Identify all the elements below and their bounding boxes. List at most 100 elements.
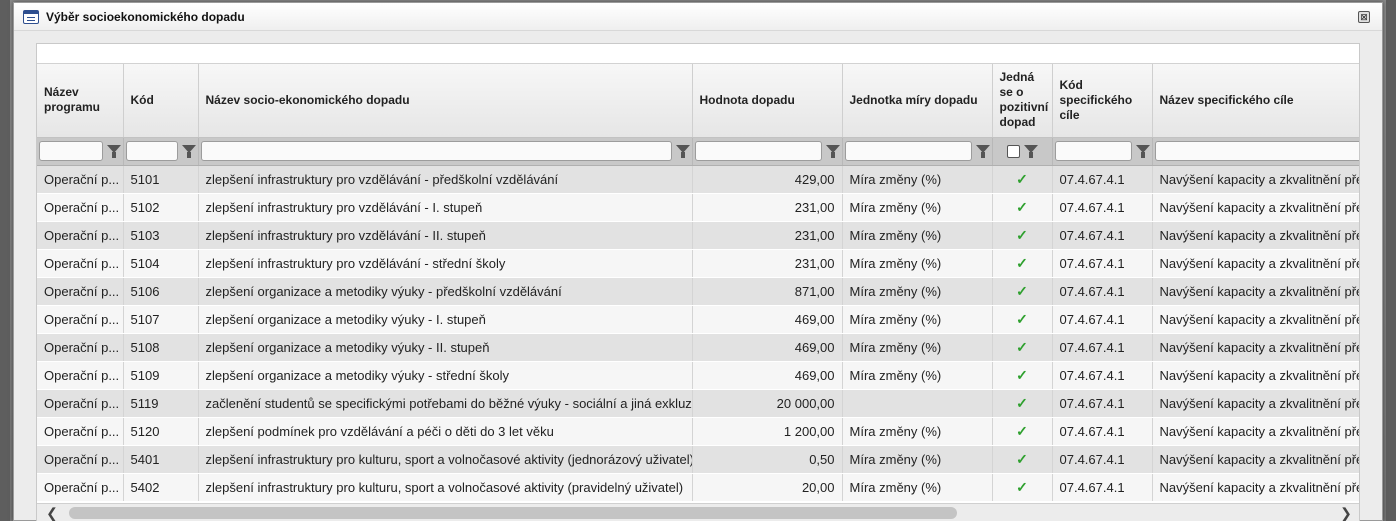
horizontal-scrollbar[interactable]: ❮ ❯ <box>37 503 1359 521</box>
cell-impact-name: zlepšení organizace a metodiky výuky - I… <box>198 305 693 334</box>
header-row: Název programu Kód Název socio-ekonomick… <box>37 64 1359 138</box>
filter-cell-code <box>123 137 199 166</box>
table-row[interactable]: Operační p... 5401 zlepšení infrastruktury… <box>37 445 1359 474</box>
filter-cell-program <box>37 137 124 166</box>
column-header-impact-name[interactable]: Název socio-ekonomického dopadu <box>198 64 693 138</box>
cell-goal-name: Navýšení kapacity a zkvalitnění předš <box>1152 165 1359 194</box>
cell-goal-name: Navýšení kapacity a zkvalitnění předš <box>1152 445 1359 474</box>
cell-positive: ✓ <box>992 249 1053 278</box>
filter-input-program[interactable] <box>39 141 103 161</box>
cell-unit: Míra změny (%) <box>842 473 993 502</box>
close-button[interactable]: ⊠ <box>1358 11 1370 23</box>
cell-goal-name: Navýšení kapacity a zkvalitnění předš <box>1152 249 1359 278</box>
column-header-program[interactable]: Název programu <box>37 64 124 138</box>
filter-input-unit[interactable] <box>844 141 972 161</box>
scroll-right-button[interactable]: ❯ <box>1331 504 1359 521</box>
cell-goal-code: 07.4.67.4.1 <box>1052 417 1153 446</box>
cell-program: Operační p... <box>37 361 124 390</box>
cell-impact-name: zlepšení infrastruktury pro vzdělávání -… <box>198 165 693 194</box>
funnel-icon[interactable] <box>181 144 196 158</box>
list-window-icon <box>23 9 39 24</box>
cell-program: Operační p... <box>37 389 124 418</box>
table-row[interactable]: Operační p... 5104 zlepšení infrastruktury… <box>37 249 1359 278</box>
cell-goal-code: 07.4.67.4.1 <box>1052 193 1153 222</box>
checkmark-icon: ✓ <box>1016 282 1028 299</box>
impact-table: Název programu Kód Název socio-ekonomick… <box>37 64 1359 502</box>
cell-program: Operační p... <box>37 165 124 194</box>
cell-code: 5106 <box>123 277 199 306</box>
filter-input-goal-name[interactable] <box>1154 141 1359 161</box>
filter-input-value[interactable] <box>694 141 822 161</box>
cell-unit: Míra změny (%) <box>842 221 993 250</box>
funnel-icon[interactable] <box>825 144 840 158</box>
cell-goal-name: Navýšení kapacity a zkvalitnění předš <box>1152 305 1359 334</box>
cell-goal-name: Navýšení kapacity a zkvalitnění předš <box>1152 361 1359 390</box>
cell-positive: ✓ <box>992 221 1053 250</box>
table-row[interactable]: Operační p... 5106 zlepšení organizace a m… <box>37 277 1359 306</box>
cell-goal-code: 07.4.67.4.1 <box>1052 249 1153 278</box>
funnel-icon[interactable] <box>106 144 121 158</box>
cell-value: 469,00 <box>692 333 843 362</box>
background-left-edge <box>0 0 10 521</box>
cell-code: 5104 <box>123 249 199 278</box>
filter-checkbox-positive[interactable] <box>1006 144 1020 158</box>
filter-input-impact-name[interactable] <box>200 141 672 161</box>
cell-unit <box>842 389 993 418</box>
cell-value: 469,00 <box>692 305 843 334</box>
cell-impact-name: zlepšení organizace a metodiky výuky - I… <box>198 333 693 362</box>
column-header-goal-code[interactable]: Kód specifického cíle <box>1052 64 1153 138</box>
table-row[interactable]: Operační p... 5103 zlepšení infrastruktury… <box>37 221 1359 250</box>
column-header-goal-name[interactable]: Název specifického cíle <box>1152 64 1359 138</box>
cell-goal-name: Navýšení kapacity a zkvalitnění předš <box>1152 193 1359 222</box>
cell-code: 5402 <box>123 473 199 502</box>
cell-unit: Míra změny (%) <box>842 417 993 446</box>
cell-unit: Míra změny (%) <box>842 333 993 362</box>
funnel-icon[interactable] <box>1023 144 1038 158</box>
column-header-value[interactable]: Hodnota dopadu <box>692 64 843 138</box>
table-row[interactable]: Operační p... 5102 zlepšení infrastruktury… <box>37 193 1359 222</box>
funnel-icon[interactable] <box>975 144 990 158</box>
checkmark-icon: ✓ <box>1016 198 1028 215</box>
cell-unit: Míra změny (%) <box>842 277 993 306</box>
column-header-unit[interactable]: Jednotka míry dopadu <box>842 64 993 138</box>
scrollbar-thumb[interactable] <box>69 507 957 519</box>
cell-value: 20 000,00 <box>692 389 843 418</box>
table-row[interactable]: Operační p... 5402 zlepšení infrastruktury… <box>37 473 1359 502</box>
table-row[interactable]: Operační p... 5119 začlenění studentů se s… <box>37 389 1359 418</box>
cell-unit: Míra změny (%) <box>842 165 993 194</box>
funnel-icon[interactable] <box>675 144 690 158</box>
table-row[interactable]: Operační p... 5120 zlepšení podmínek pro v… <box>37 417 1359 446</box>
table-row[interactable]: Operační p... 5108 zlepšení organizace a m… <box>37 333 1359 362</box>
cell-code: 5119 <box>123 389 199 418</box>
scroll-left-button[interactable]: ❮ <box>37 504 67 521</box>
checkmark-icon: ✓ <box>1016 394 1028 411</box>
table-row[interactable]: Operační p... 5107 zlepšení organizace a m… <box>37 305 1359 334</box>
cell-program: Operační p... <box>37 277 124 306</box>
cell-impact-name: zlepšení organizace a metodiky výuky - p… <box>198 277 693 306</box>
table-row[interactable]: Operační p... 5109 zlepšení organizace a m… <box>37 361 1359 390</box>
dialog-title: Výběr socioekonomického dopadu <box>46 9 245 24</box>
cell-goal-code: 07.4.67.4.1 <box>1052 361 1153 390</box>
column-header-code[interactable]: Kód <box>123 64 199 138</box>
filter-cell-positive <box>992 137 1053 166</box>
filter-input-goal-code[interactable] <box>1054 141 1132 161</box>
grid-panel: Název programu Kód Název socio-ekonomick… <box>36 43 1360 521</box>
checkmark-icon: ✓ <box>1016 422 1028 439</box>
cell-goal-code: 07.4.67.4.1 <box>1052 389 1153 418</box>
cell-value: 429,00 <box>692 165 843 194</box>
cell-positive: ✓ <box>992 193 1053 222</box>
checkmark-icon: ✓ <box>1016 226 1028 243</box>
column-header-positive[interactable]: Jedná se o pozitivní dopad <box>992 64 1053 138</box>
filter-input-code[interactable] <box>125 141 178 161</box>
cell-goal-code: 07.4.67.4.1 <box>1052 473 1153 502</box>
cell-goal-code: 07.4.67.4.1 <box>1052 305 1153 334</box>
cell-goal-code: 07.4.67.4.1 <box>1052 221 1153 250</box>
table-row[interactable]: Operační p... 5101 zlepšení infrastruktury… <box>37 165 1359 194</box>
checkmark-icon: ✓ <box>1016 366 1028 383</box>
cell-program: Operační p... <box>37 221 124 250</box>
cell-goal-code: 07.4.67.4.1 <box>1052 445 1153 474</box>
cell-positive: ✓ <box>992 165 1053 194</box>
cell-impact-name: zlepšení infrastruktury pro kulturu, spo… <box>198 445 693 474</box>
cell-goal-name: Navýšení kapacity a zkvalitnění předš <box>1152 473 1359 502</box>
funnel-icon[interactable] <box>1135 144 1150 158</box>
